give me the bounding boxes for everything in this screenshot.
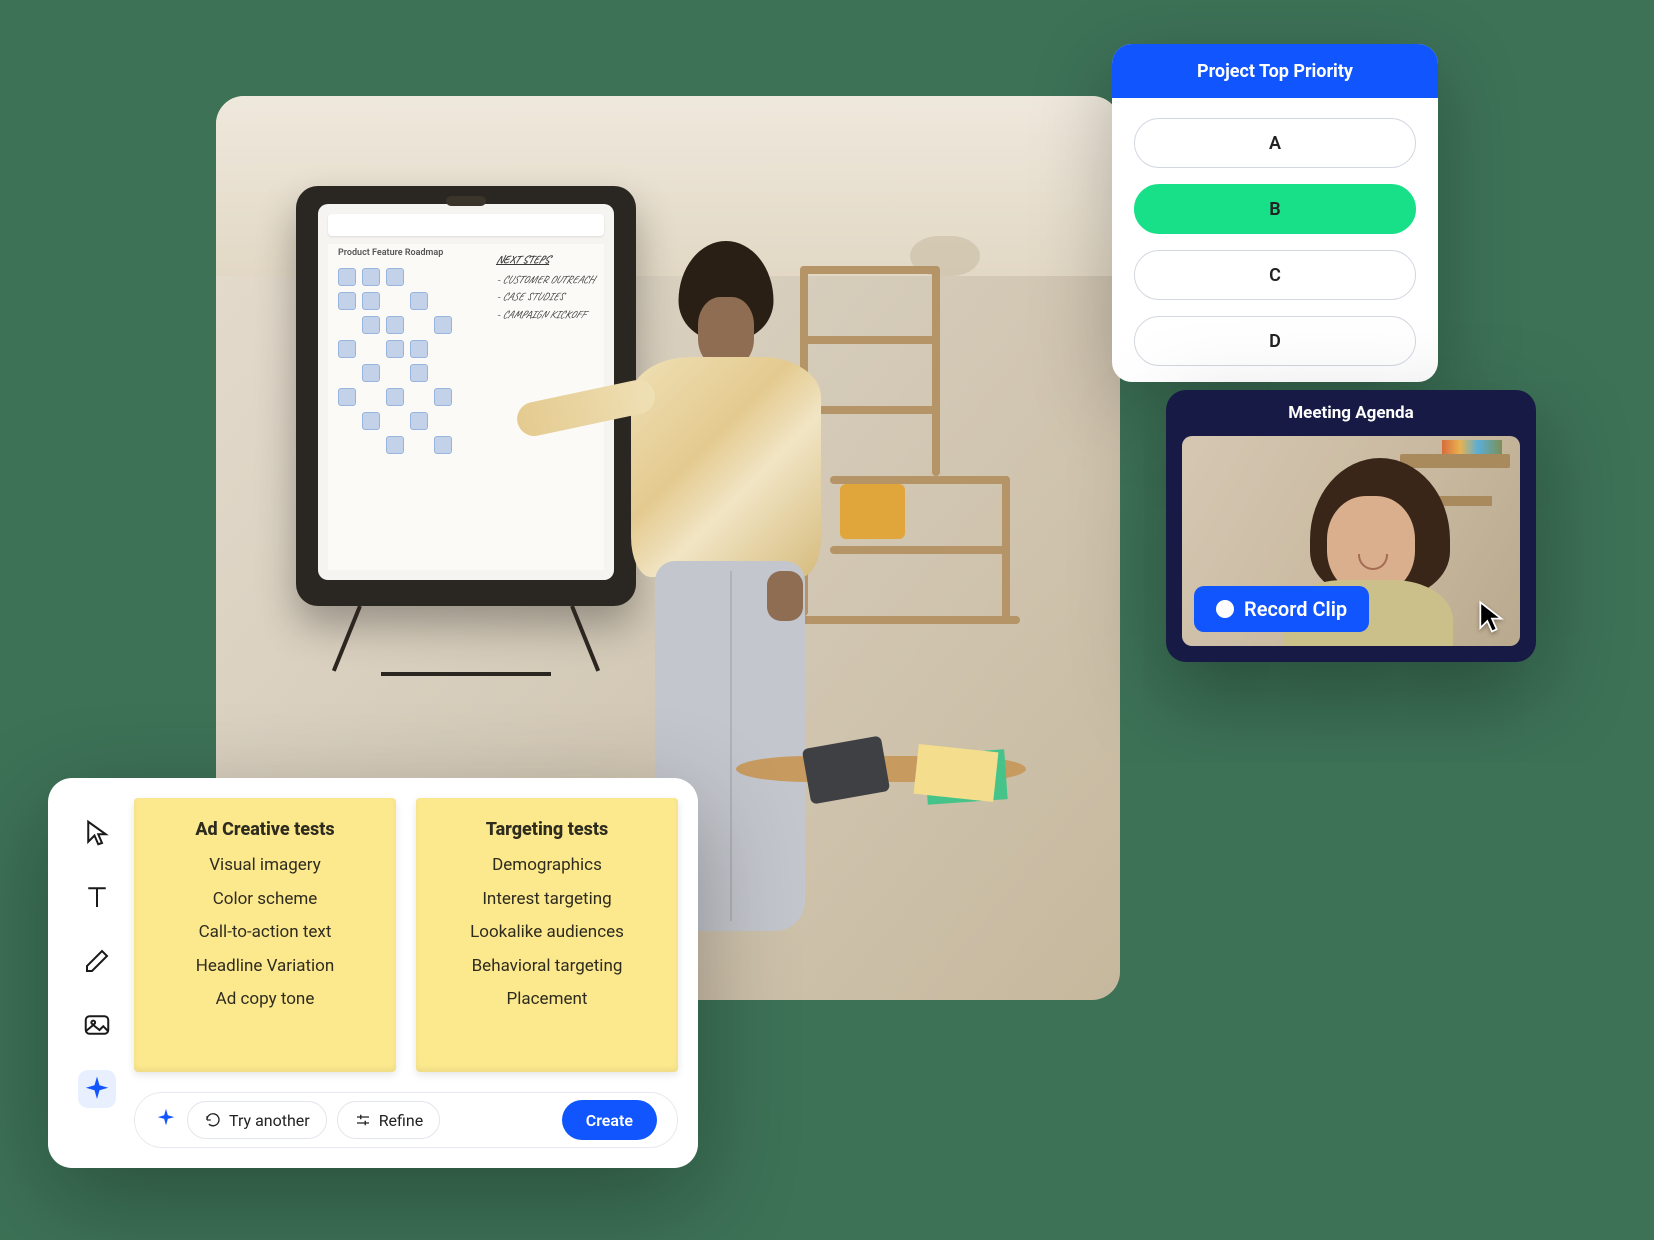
video-title: Meeting Agenda bbox=[1166, 390, 1536, 436]
record-icon bbox=[1216, 600, 1234, 618]
poll-option-c[interactable]: C bbox=[1134, 250, 1416, 300]
create-button[interactable]: Create bbox=[562, 1100, 657, 1140]
sticky-1-title: Ad Creative tests bbox=[148, 816, 382, 843]
sticky-2-title: Targeting tests bbox=[430, 816, 664, 843]
sticky-note-1[interactable]: Ad Creative tests Visual imagery Color s… bbox=[134, 798, 396, 1072]
poll-title: Project Top Priority bbox=[1112, 44, 1438, 98]
pen-tool[interactable] bbox=[78, 942, 116, 980]
cursor-icon bbox=[1478, 600, 1506, 632]
poll-option-d[interactable]: D bbox=[1134, 316, 1416, 366]
poll-card: Project Top Priority A B C D bbox=[1112, 44, 1438, 382]
ai-panel: Ad Creative tests Visual imagery Color s… bbox=[48, 778, 698, 1168]
sticky-note-2[interactable]: Targeting tests Demographics Interest ta… bbox=[416, 798, 678, 1072]
text-tool[interactable] bbox=[78, 878, 116, 916]
board-title: Product Feature Roadmap bbox=[338, 248, 443, 258]
poll-option-a[interactable]: A bbox=[1134, 118, 1416, 168]
video-card: Meeting Agenda Record Clip bbox=[1166, 390, 1536, 662]
toolbar bbox=[68, 798, 126, 1148]
video-preview: Record Clip bbox=[1182, 436, 1520, 646]
poll-option-b[interactable]: B bbox=[1134, 184, 1416, 234]
refresh-icon bbox=[204, 1111, 222, 1129]
sliders-icon bbox=[354, 1111, 372, 1129]
record-clip-button[interactable]: Record Clip bbox=[1194, 586, 1369, 632]
sparkle-icon bbox=[155, 1107, 177, 1133]
image-tool[interactable] bbox=[78, 1006, 116, 1044]
handwritten-notes: NEXT STEPS - CUSTOMER OUTREACH - CASE ST… bbox=[496, 252, 594, 324]
ai-tool[interactable] bbox=[78, 1070, 116, 1108]
try-another-button[interactable]: Try another bbox=[187, 1101, 327, 1139]
pointer-tool[interactable] bbox=[78, 814, 116, 852]
record-label: Record Clip bbox=[1244, 597, 1347, 621]
refine-button[interactable]: Refine bbox=[337, 1101, 441, 1139]
ai-action-bar: Try another Refine Create bbox=[134, 1092, 678, 1148]
